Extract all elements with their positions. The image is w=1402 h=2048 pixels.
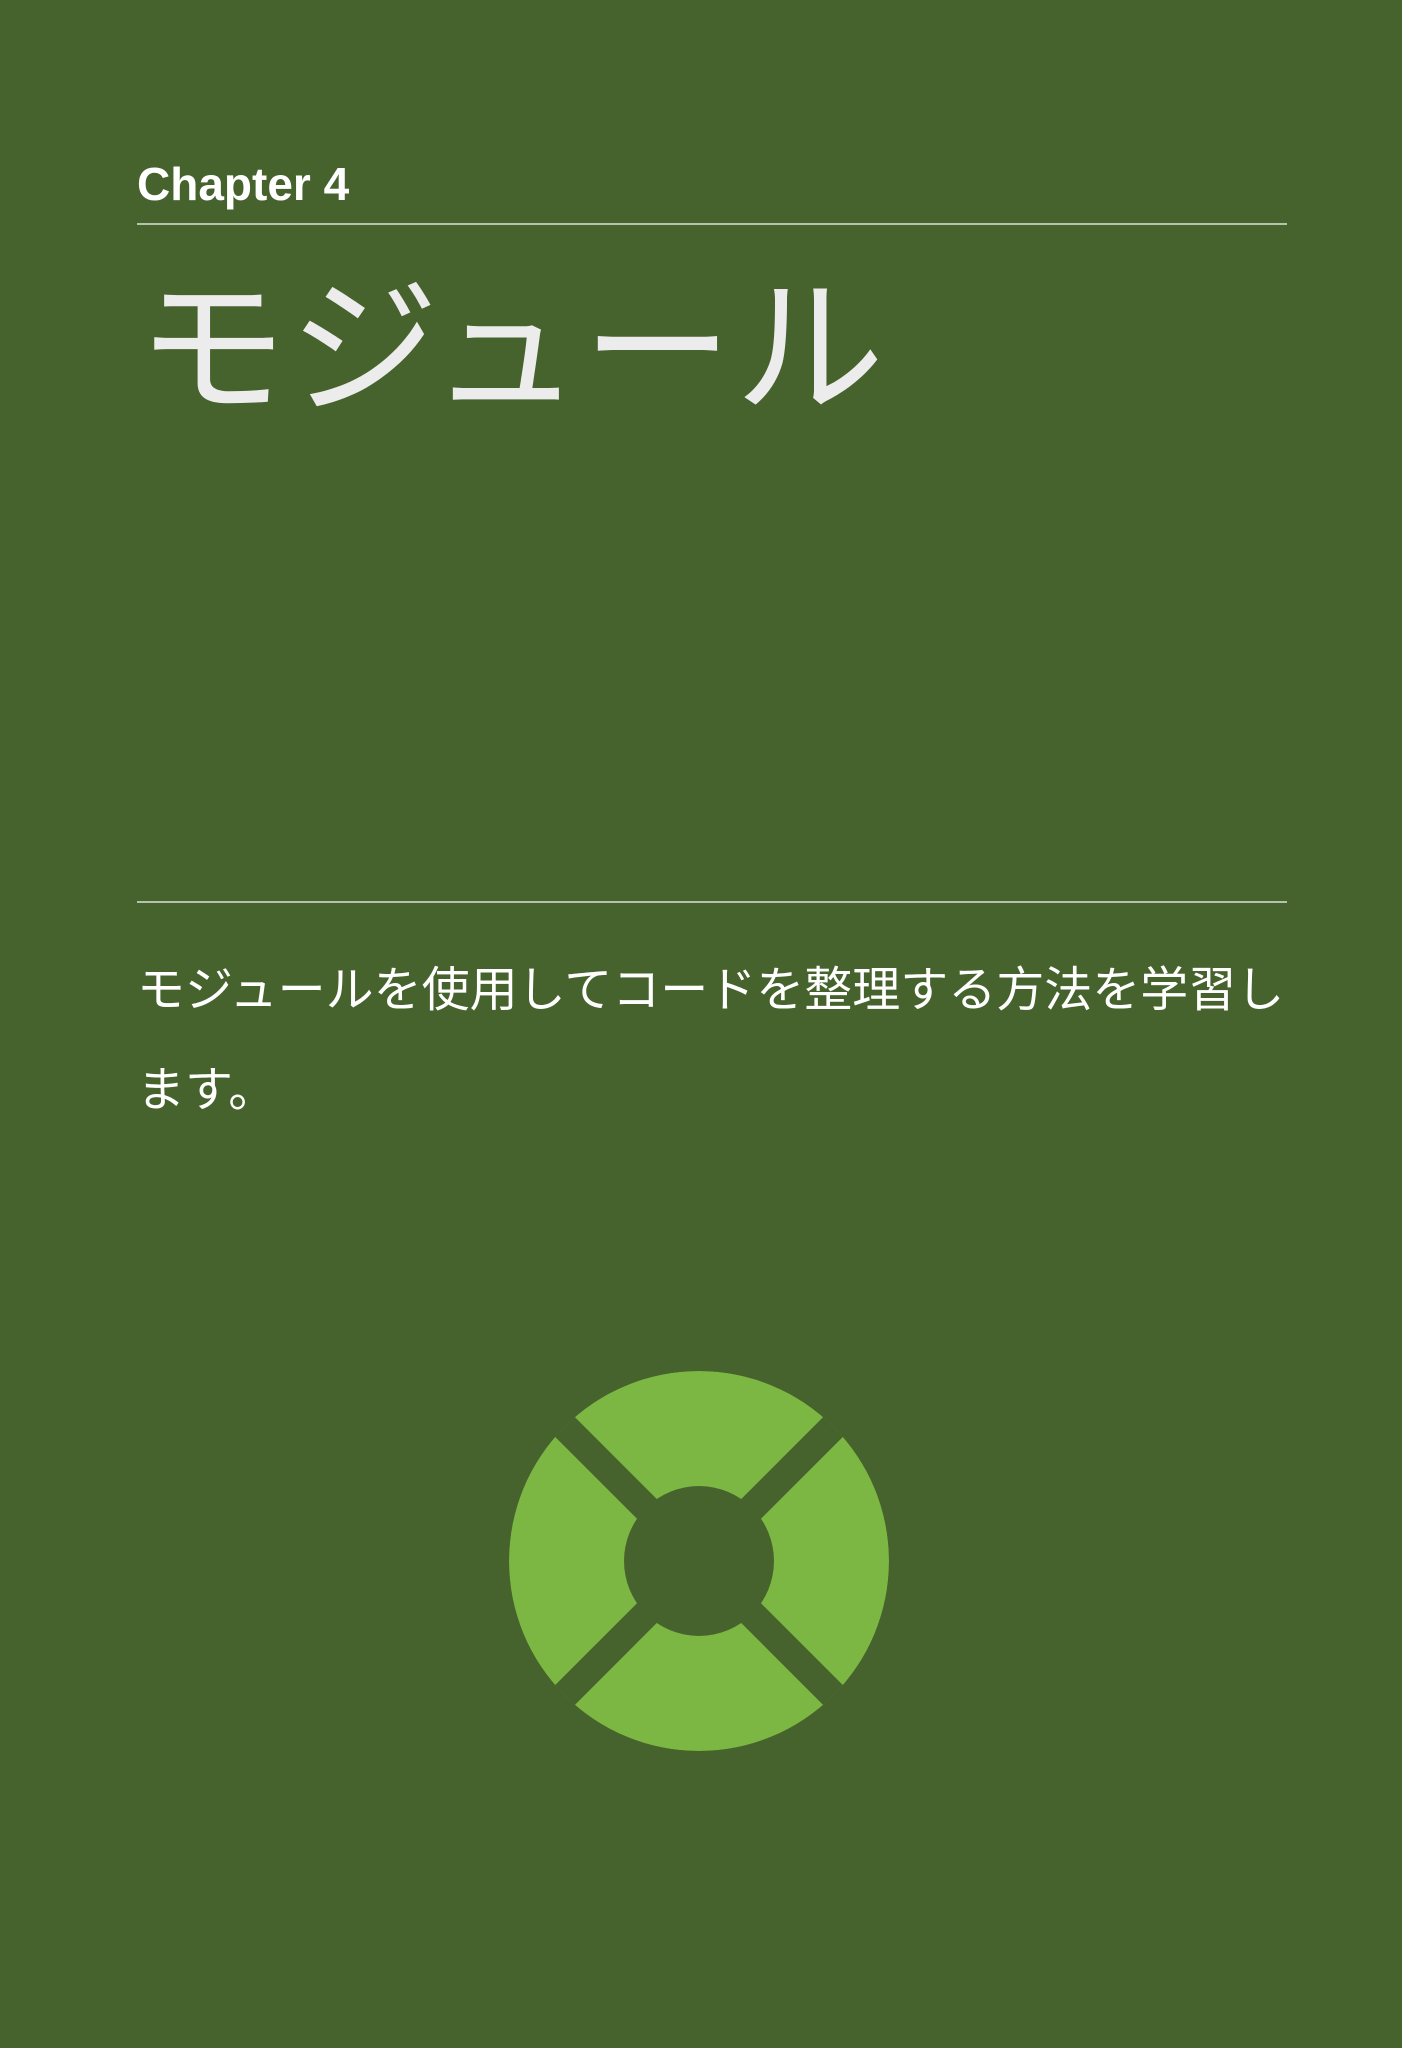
top-divider — [137, 223, 1287, 225]
chapter-label: Chapter 4 — [137, 158, 350, 210]
module-emblem-icon — [509, 1371, 889, 1751]
chapter-title: モジュール — [137, 263, 887, 437]
emblem-center-hole — [624, 1486, 774, 1636]
bottom-divider — [137, 901, 1287, 903]
chapter-description: モジュールを使用してコードを整理する方法を学習します。 — [137, 962, 1285, 1118]
chapter-cover-page: Chapter 4 モジュール モジュールを使用してコードを整理する方法を学習し… — [0, 0, 1402, 2048]
